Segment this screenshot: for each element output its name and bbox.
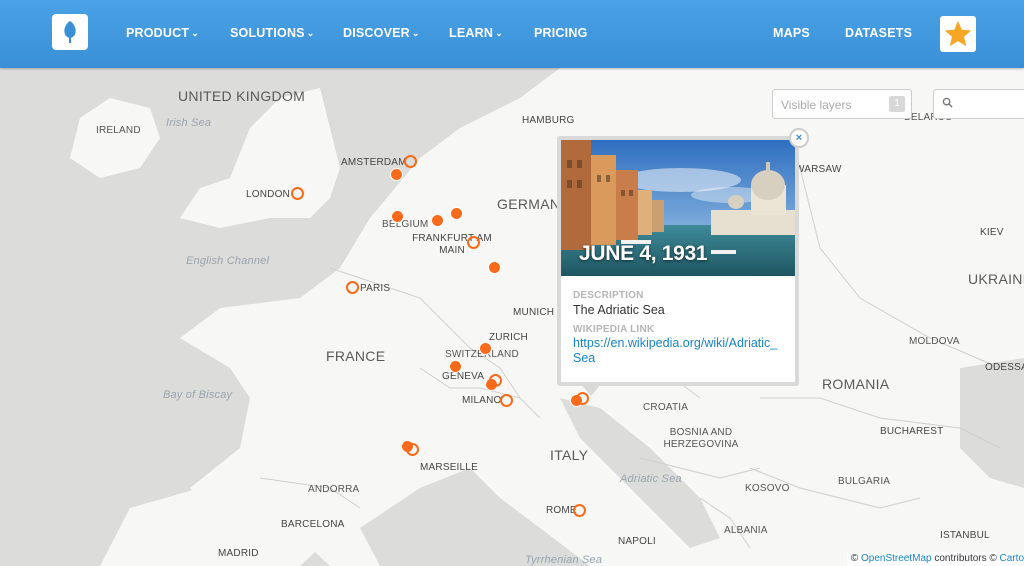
sea-label: Bay of Biscay [163, 389, 233, 401]
sea-label: Irish Sea [166, 117, 212, 129]
city-label: BUCHAREST [880, 426, 944, 437]
map-marker[interactable] [406, 443, 419, 456]
country-label: ALBANIA [724, 525, 768, 536]
country-label: BELGIUM [382, 219, 429, 230]
country-label: BULGARIA [838, 476, 891, 487]
close-popup-button[interactable]: × [789, 128, 809, 148]
nav-product[interactable]: PRODUCT ⌄ [126, 26, 199, 40]
map-marker[interactable] [489, 374, 502, 387]
map-marker[interactable] [404, 155, 417, 168]
map-marker[interactable] [500, 394, 513, 407]
star-icon [944, 20, 972, 47]
map-basemap [0, 68, 1024, 566]
sea-label: Adriatic Sea [620, 473, 682, 485]
carto-link[interactable]: Carto [1000, 553, 1024, 564]
map-marker[interactable] [467, 236, 480, 249]
city-label: GENEVA [442, 371, 485, 382]
country-label: ROMANIA [822, 376, 890, 392]
nav-pricing[interactable]: PRICING [534, 26, 588, 40]
city-label: AMSTERDAM [341, 157, 407, 168]
carto-logo-icon [64, 21, 76, 43]
country-label: ITALY [550, 447, 589, 463]
country-label: ANDORRA [308, 484, 360, 495]
sea-label: English Channel [186, 255, 270, 267]
country-label: FRANCE [326, 348, 386, 364]
city-label: HAMBURG [522, 115, 575, 126]
search-input[interactable] [933, 89, 1024, 119]
city-label: MADRID [218, 548, 259, 559]
wikipedia-link[interactable]: https://en.wikipedia.org/wiki/Adriatic_S… [573, 336, 783, 366]
chevron-down-icon: ⌄ [495, 28, 503, 38]
map-marker[interactable] [391, 210, 404, 223]
city-label: MUNICH [513, 307, 555, 318]
country-label: KOSOVO [745, 483, 790, 494]
city-label: BARCELONA [281, 519, 345, 530]
city-label: WARSAW [795, 164, 842, 175]
country-label: CROATIA [643, 402, 689, 413]
country-label: BOSNIA AND HERZEGOVINA [663, 427, 739, 450]
map-attribution: © OpenStreetMap contributors © Carto [846, 552, 1024, 566]
nav-maps[interactable]: MAPS [773, 26, 810, 40]
map-marker[interactable] [390, 168, 403, 181]
star-button[interactable] [940, 16, 976, 52]
map-marker[interactable] [449, 360, 462, 373]
city-label: MILANO [462, 395, 502, 406]
map-marker[interactable] [431, 214, 444, 227]
top-navbar: PRODUCT ⌄ SOLUTIONS ⌄ DISCOVER ⌄ LEARN ⌄ PRI… [0, 0, 1024, 68]
map-marker[interactable] [573, 504, 586, 517]
popup-date: JUNE 4, 1931 [579, 242, 708, 265]
nav-discover[interactable]: DISCOVER ⌄ [343, 26, 420, 40]
map-marker[interactable] [479, 342, 492, 355]
nav-discover-label: DISCOVER [343, 26, 410, 40]
chevron-down-icon: ⌄ [306, 28, 315, 38]
visible-layers-placeholder: Visible layers [781, 98, 852, 112]
description-value: The Adriatic Sea [573, 303, 665, 317]
nav-solutions-label: SOLUTIONS [230, 26, 305, 40]
map-popup: JUNE 4, 1931 DESCRIPTION The Adriatic Se… [557, 136, 799, 396]
nav-learn-label: LEARN [449, 26, 494, 40]
popup-tip [581, 384, 601, 396]
sea-label: Tyrrhenian Sea [525, 554, 603, 566]
nav-datasets[interactable]: DATASETS [845, 26, 912, 40]
osm-link[interactable]: OpenStreetMap [861, 553, 932, 564]
layers-count-badge: 1 [889, 96, 905, 112]
description-header: DESCRIPTION [573, 290, 644, 301]
close-icon: × [795, 132, 803, 144]
nav-solutions[interactable]: SOLUTIONS ⌄ [230, 26, 314, 40]
city-label: KIEV [980, 227, 1004, 238]
city-label: FRANKFURT AM MAIN [412, 233, 492, 256]
map-marker[interactable] [346, 281, 359, 294]
country-label: UKRAINE [968, 271, 1024, 287]
nav-learn[interactable]: LEARN ⌄ [449, 26, 503, 40]
city-label: MARSEILLE [420, 462, 478, 473]
city-label: NAPOLI [618, 536, 656, 547]
city-label: LONDON [246, 189, 290, 200]
nav-product-label: PRODUCT [126, 26, 190, 40]
carto-logo[interactable] [52, 14, 88, 50]
wikipedia-header: WIKIPEDIA LINK [573, 324, 655, 335]
attribution-prefix: © [850, 553, 861, 564]
chevron-down-icon: ⌄ [191, 28, 199, 38]
country-label: MOLDOVA [909, 336, 960, 347]
map-canvas[interactable]: Irish Sea English Channel Bay of Biscay … [0, 68, 1024, 566]
city-label: ZURICH [489, 332, 528, 343]
map-marker[interactable] [488, 261, 501, 274]
city-label: ODESSA [985, 362, 1024, 373]
map-marker[interactable] [450, 207, 463, 220]
map-marker[interactable] [291, 187, 304, 200]
country-label: UNITED KINGDOM [178, 88, 306, 104]
city-label: ISTANBUL [940, 530, 990, 541]
visible-layers-selector[interactable]: Visible layers 1 [772, 89, 912, 119]
city-label: PARIS [360, 283, 391, 294]
chevron-down-icon: ⌄ [411, 28, 420, 38]
attribution-middle: contributors © [931, 553, 1000, 564]
search-icon [942, 97, 953, 108]
country-label: IRELAND [96, 125, 141, 136]
